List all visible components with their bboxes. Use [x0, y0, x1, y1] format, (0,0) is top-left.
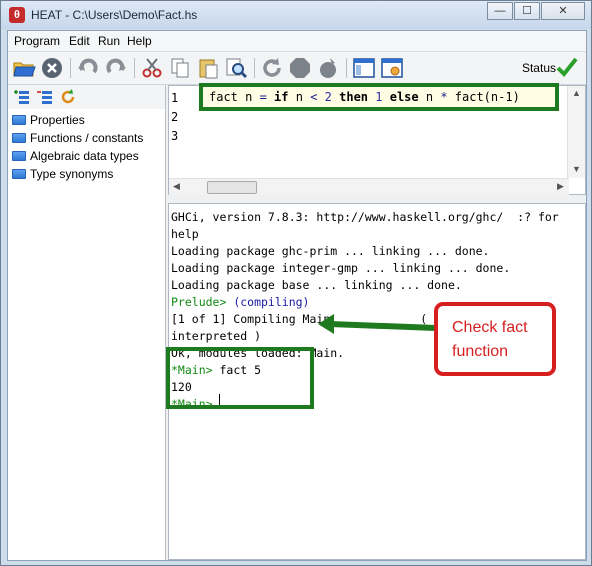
- annotation-callout: Check fact function: [434, 302, 556, 376]
- callout-arrow-icon: [318, 314, 437, 334]
- callout-text: Check fact function: [452, 319, 528, 360]
